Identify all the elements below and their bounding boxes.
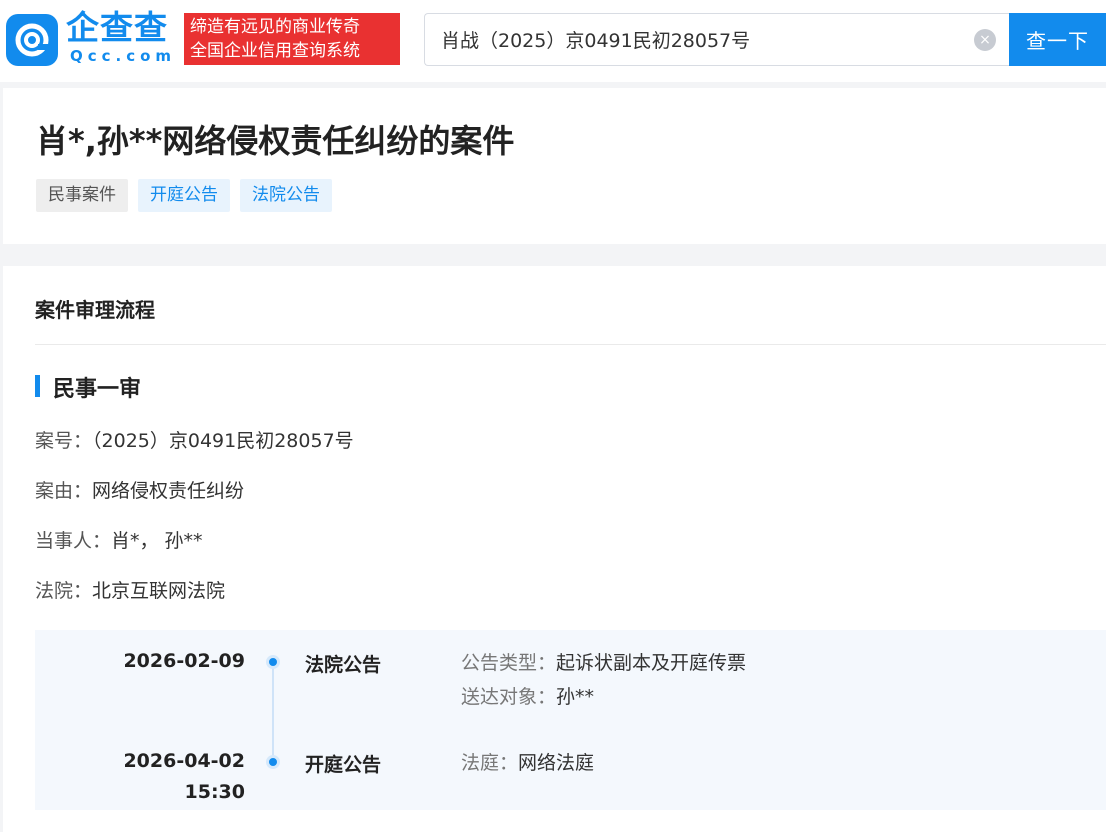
- case-title-card: 肖*,孙**网络侵权责任纠纷的案件 民事案件 开庭公告 法院公告: [3, 88, 1106, 244]
- timeline-line: [272, 662, 274, 762]
- cause-value: 网络侵权责任纠纷: [92, 480, 245, 502]
- timeline-date: 2026-02-09: [123, 650, 245, 672]
- case-number-value: （2025）京0491民初28057号: [92, 430, 354, 452]
- court-label: 法院：: [35, 580, 93, 602]
- court-value[interactable]: 北京互联网法院: [92, 580, 225, 602]
- top-bar: 企查查 Qcc.com 缔造有远见的商业传奇 全国企业信用查询系统 × 查一下: [0, 0, 1106, 82]
- search-box: ×: [424, 13, 1010, 66]
- logo-text[interactable]: 企查查: [66, 8, 168, 48]
- qcc-logo-icon[interactable]: [6, 14, 58, 66]
- search-button[interactable]: 查一下: [1009, 13, 1106, 66]
- stage-marker: [35, 375, 40, 397]
- notice-type-value: 起诉状副本及开庭传票: [556, 652, 747, 674]
- slogan-banner: 缔造有远见的商业传奇 全国企业信用查询系统: [184, 13, 400, 65]
- tag-court-notice[interactable]: 法院公告: [240, 179, 332, 212]
- case-title: 肖*,孙**网络侵权责任纠纷的案件: [36, 122, 515, 160]
- case-number-row: 案号：（2025）京0491民初28057号: [35, 426, 354, 453]
- divider: [35, 344, 1106, 345]
- timeline-detail: 公告类型：起诉状副本及开庭传票 送达对象：孙**: [461, 646, 746, 714]
- parties-value[interactable]: 肖*， 孙**: [111, 530, 203, 552]
- timeline-dot: [266, 755, 280, 769]
- stage-title: 民事一审: [53, 377, 142, 402]
- timeline-type[interactable]: 开庭公告: [305, 750, 381, 777]
- tag-hearing-notice[interactable]: 开庭公告: [138, 179, 230, 212]
- slogan-line-1: 缔造有远见的商业传奇: [190, 17, 360, 37]
- timeline-type[interactable]: 法院公告: [305, 650, 381, 677]
- notice-type-label: 公告类型：: [461, 652, 557, 674]
- timeline-date-time: 15:30: [184, 781, 245, 803]
- logo-domain: Qcc.com: [70, 47, 177, 65]
- parties-label: 当事人：: [35, 530, 112, 552]
- tag-civil-case: 民事案件: [36, 179, 128, 212]
- recipient-value: 孙**: [556, 686, 595, 708]
- cause-row: 案由：网络侵权责任纠纷: [35, 476, 244, 503]
- case-number-label: 案号：: [35, 430, 93, 452]
- search-input[interactable]: [441, 14, 961, 65]
- clear-icon[interactable]: ×: [974, 29, 996, 51]
- timeline-dot: [266, 655, 280, 669]
- parties-row: 当事人：肖*， 孙**: [35, 526, 203, 553]
- timeline-date: 2026-04-02 15:30: [35, 746, 245, 808]
- timeline: 2026-02-09 法院公告 公告类型：起诉状副本及开庭传票 送达对象：孙**…: [35, 630, 1106, 810]
- timeline-detail: 法庭：网络法庭: [461, 746, 594, 780]
- case-process-card: 案件审理流程 民事一审 案号：（2025）京0491民初28057号 案由：网络…: [3, 266, 1106, 832]
- court-row: 法院：北京互联网法院: [35, 576, 225, 603]
- courtroom-label: 法庭：: [461, 752, 519, 774]
- courtroom-value: 网络法庭: [518, 752, 595, 774]
- section-title: 案件审理流程: [35, 298, 155, 322]
- recipient-label: 送达对象：: [461, 686, 557, 708]
- slogan-line-2: 全国企业信用查询系统: [190, 41, 360, 61]
- cause-label: 案由：: [35, 480, 93, 502]
- timeline-date-day: 2026-04-02: [123, 750, 245, 772]
- case-tags: 民事案件 开庭公告 法院公告: [36, 179, 332, 212]
